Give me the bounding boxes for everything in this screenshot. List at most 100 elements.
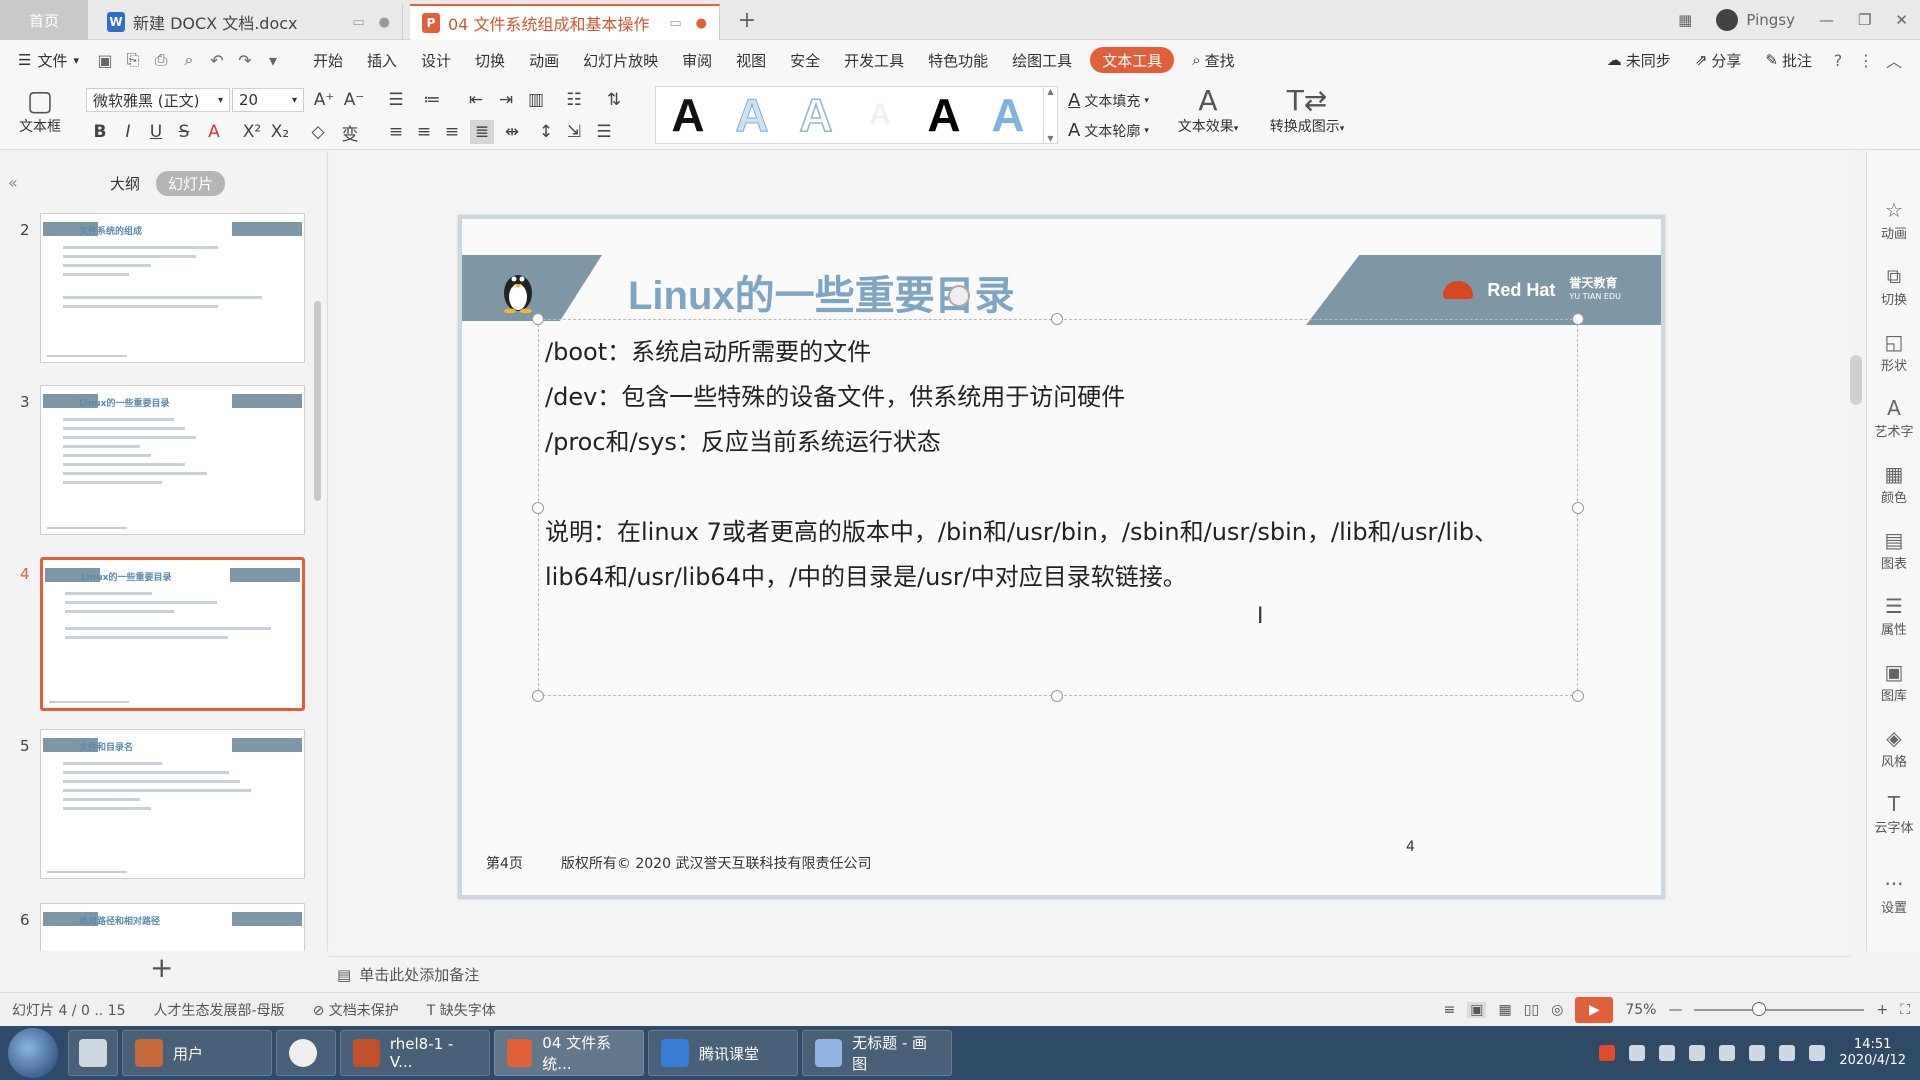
slide-thumbnail-2[interactable]: 文件系统的组成 [40, 213, 305, 363]
zoom-level[interactable]: 75% [1625, 1002, 1656, 1018]
tab-docx[interactable]: W 新建 DOCX 文档.docx ▭ ● [95, 4, 403, 40]
grow-font-icon[interactable]: A⁺ [312, 88, 336, 112]
panel-shape[interactable]: ◱ 形状 [1867, 329, 1920, 374]
taskbar-vm[interactable]: rhel8-1 - V... [340, 1030, 490, 1076]
menu-design[interactable]: 设计 [409, 40, 463, 80]
undo-icon[interactable]: ↶ [203, 40, 231, 80]
restore-icon[interactable]: ❐ [1846, 0, 1883, 40]
presenter-view-icon[interactable]: ◎ [1551, 1002, 1563, 1018]
rotate-handle[interactable] [948, 285, 970, 307]
start-button[interactable] [8, 1028, 58, 1078]
new-tab-button[interactable]: + [733, 6, 761, 34]
panel-gallery[interactable]: ▣ 图库 [1867, 659, 1920, 704]
resize-handle[interactable] [532, 690, 544, 702]
panel-properties[interactable]: ☰ 属性 [1867, 593, 1920, 638]
zoom-out-icon[interactable]: — [1668, 1002, 1682, 1018]
menu-start[interactable]: 开始 [301, 40, 355, 80]
fit-window-icon[interactable]: ⛶ [1900, 1002, 1910, 1018]
panel-style[interactable]: ◈ 风格 [1867, 725, 1920, 770]
superscript-icon[interactable]: X² [240, 120, 264, 144]
slide-thumbnail-5[interactable]: 文件和目录名 [40, 729, 305, 879]
home-tab[interactable]: 首页 [0, 0, 88, 40]
screen-icon[interactable]: ▭ [669, 16, 681, 31]
resize-handle[interactable] [1051, 313, 1063, 325]
search-box[interactable]: ⌕ 查找 [1180, 40, 1246, 80]
bullets-icon[interactable]: ☰ [384, 88, 408, 112]
numbering-icon[interactable]: ≔ [420, 88, 444, 112]
shrink-font-icon[interactable]: A⁻ [342, 88, 366, 112]
taskbar-explorer[interactable] [68, 1030, 118, 1076]
resize-handle[interactable] [1572, 313, 1584, 325]
outline-tab[interactable]: 大纲 [100, 171, 150, 196]
menu-text-tools[interactable]: 文本工具 [1090, 47, 1175, 73]
zoom-in-icon[interactable]: + [1876, 1002, 1888, 1018]
line-spacing-icon[interactable]: ☷ [562, 88, 586, 112]
notes-toggle-icon[interactable]: ≡ [1443, 1002, 1455, 1018]
align-left-icon[interactable]: ≡ [384, 120, 408, 144]
tray-icon-4[interactable] [1719, 1045, 1736, 1061]
taskbar-paint[interactable]: 无标题 - 画图 [802, 1030, 952, 1076]
zoom-slider[interactable] [1694, 1002, 1865, 1016]
network-icon[interactable] [1749, 1045, 1766, 1061]
panel-cloud-font[interactable]: T 云字体 [1867, 791, 1920, 836]
font-name-select[interactable]: 微软雅黑 (正文) ▾ [86, 88, 230, 112]
slides-tab[interactable]: 幻灯片 [156, 171, 226, 196]
style-sample-4[interactable]: A [848, 98, 912, 132]
style-sample-5[interactable]: A [912, 88, 976, 142]
resize-handle[interactable] [1572, 690, 1584, 702]
paragraph-spacing-icon[interactable]: ↕ [534, 120, 558, 144]
template-name[interactable]: 人才生态发展部-母版 [154, 1000, 285, 1020]
slide-thumbnail-6[interactable]: 绝对路径和相对路径 [40, 903, 305, 951]
tab-pptx[interactable]: P 04 文件系统组成和基本操作 ▭ ● [410, 4, 720, 40]
strikethrough-icon[interactable]: S [172, 120, 196, 144]
panel-transition[interactable]: ⧉ 切换 [1867, 263, 1920, 308]
italic-icon[interactable]: I [116, 120, 140, 144]
text-direction-icon[interactable]: ⇅ [602, 88, 626, 112]
resize-handle[interactable] [1051, 690, 1063, 702]
tray-icon-2[interactable] [1659, 1045, 1676, 1061]
protect-status[interactable]: ⊘ 文档未保护 [313, 1000, 399, 1020]
style-sample-2[interactable]: A [720, 88, 784, 142]
resize-handle[interactable] [532, 502, 544, 514]
decrease-indent-icon[interactable]: ⇤ [464, 88, 488, 112]
menu-features[interactable]: 特色功能 [916, 40, 1000, 80]
distribute-icon[interactable]: ⇹ [500, 120, 524, 144]
list-level-icon[interactable]: ☰ [592, 120, 616, 144]
file-menu[interactable]: ☰ 文件 ▾ [0, 40, 91, 80]
text-fill-button[interactable]: A 文本填充 ▾ [1068, 90, 1149, 111]
text-effect-button[interactable]: A 文本效果▾ [1170, 86, 1246, 136]
zoom-knob[interactable] [1752, 1002, 1767, 1016]
menu-developer[interactable]: 开发工具 [832, 40, 916, 80]
user-account[interactable]: Pingsy [1704, 0, 1807, 40]
textbox-button[interactable]: ▢ 文本框 [10, 86, 70, 136]
play-slideshow-button[interactable]: ▶ [1575, 997, 1614, 1023]
slide[interactable]: Linux的一些重要目录 Red Hat 誉天教育 YU TIAN EDU /bo… [458, 215, 1665, 899]
eraser-icon[interactable]: ◇ [306, 120, 330, 144]
grid-view-icon[interactable]: ▦ [1666, 0, 1704, 40]
bold-icon[interactable]: B [88, 120, 112, 144]
indent-icon[interactable]: ⇲ [562, 120, 586, 144]
columns-icon[interactable]: ▥ [524, 88, 548, 112]
canvas-scrollbar[interactable] [1848, 160, 1864, 940]
collapse-ribbon-icon[interactable]: ︿ [1880, 40, 1908, 80]
panel-animation[interactable]: ☆ 动画 [1867, 197, 1920, 242]
align-right-icon[interactable]: ≡ [440, 120, 464, 144]
char-spacing-icon[interactable]: 变 [338, 120, 362, 145]
thumbnail-scrollbar[interactable] [314, 301, 321, 501]
menu-review[interactable]: 审阅 [670, 40, 724, 80]
menu-animation[interactable]: 动画 [517, 40, 571, 80]
style-sample-3[interactable]: A [784, 88, 848, 142]
subscript-icon[interactable]: X₂ [268, 120, 292, 144]
save-icon[interactable]: ▣ [91, 40, 119, 80]
export-icon[interactable]: ⎘ [119, 40, 147, 80]
taskbar-wps[interactable]: 04 文件系统... [494, 1030, 644, 1076]
menu-slideshow[interactable]: 幻灯片放映 [571, 40, 670, 80]
panel-color[interactable]: ▦ 颜色 [1867, 461, 1920, 506]
panel-settings[interactable]: ··· 设置 [1867, 871, 1920, 916]
style-sample-6[interactable]: A [976, 88, 1040, 142]
missing-font-status[interactable]: T 缺失字体 [427, 1000, 496, 1020]
menu-drawing-tools[interactable]: 绘图工具 [1000, 40, 1084, 80]
collapse-panel-icon[interactable]: « [8, 173, 18, 192]
align-center-icon[interactable]: ≡ [412, 120, 436, 144]
sorter-view-icon[interactable]: ▦ [1498, 1002, 1511, 1018]
